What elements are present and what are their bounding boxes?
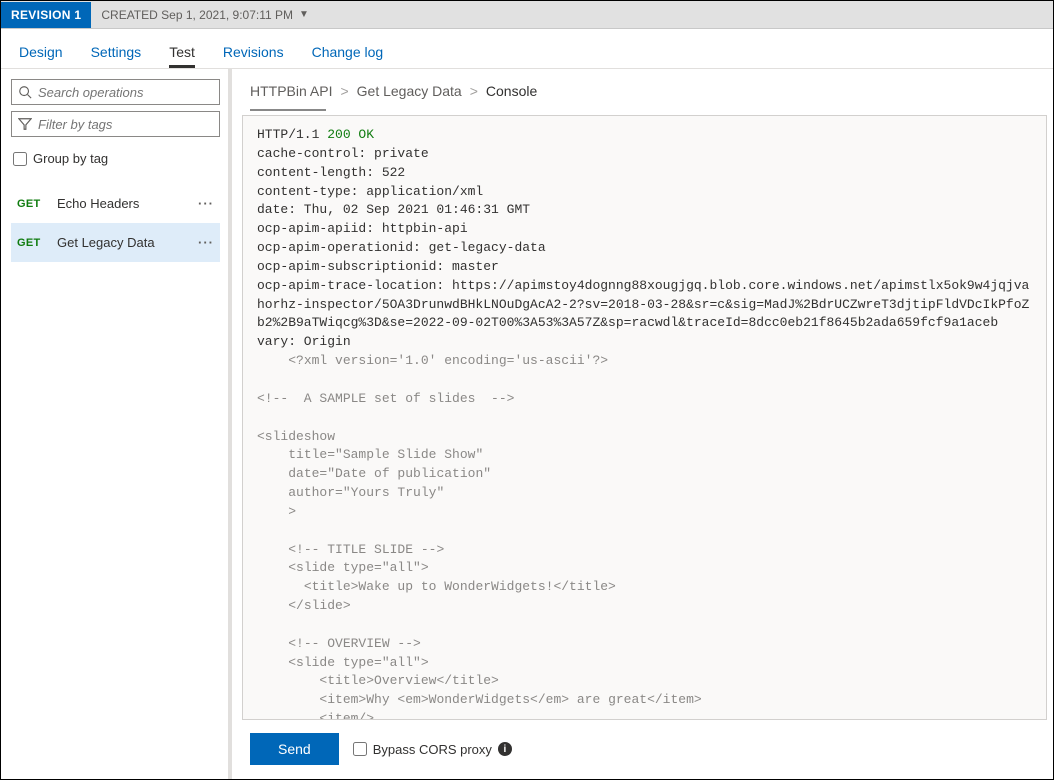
operation-name: Get Legacy Data <box>57 235 198 250</box>
more-icon[interactable]: ··· <box>198 235 214 250</box>
operation-item-echo-headers[interactable]: GET Echo Headers ··· <box>11 184 220 223</box>
bypass-cors-row[interactable]: Bypass CORS proxy i <box>353 742 512 757</box>
filter-tags-wrap[interactable] <box>11 111 220 137</box>
footer: Send Bypass CORS proxy i <box>232 720 1053 779</box>
bypass-cors-checkbox[interactable] <box>353 742 367 756</box>
breadcrumb-console: Console <box>486 83 537 99</box>
info-icon[interactable]: i <box>498 742 512 756</box>
revision-created-value: Sep 1, 2021, 9:07:11 PM <box>161 8 293 22</box>
group-by-tag-label: Group by tag <box>33 151 108 166</box>
group-by-tag-row[interactable]: Group by tag <box>13 151 218 166</box>
method-badge: GET <box>17 198 57 210</box>
breadcrumb-sep: > <box>470 83 478 99</box>
group-by-tag-checkbox[interactable] <box>13 152 27 166</box>
method-badge: GET <box>17 237 57 249</box>
tab-revisions[interactable]: Revisions <box>223 34 284 68</box>
more-icon[interactable]: ··· <box>198 196 214 211</box>
response-status: 200 OK <box>327 127 374 142</box>
breadcrumb-operation[interactable]: Get Legacy Data <box>357 83 462 99</box>
breadcrumb-api[interactable]: HTTPBin API <box>250 83 332 99</box>
operation-name: Echo Headers <box>57 196 198 211</box>
search-operations-input[interactable] <box>38 85 213 100</box>
bypass-cors-label: Bypass CORS proxy <box>373 742 492 757</box>
revision-created: CREATED Sep 1, 2021, 9:07:11 PM <box>101 8 293 22</box>
breadcrumb: HTTPBin API > Get Legacy Data > Console <box>232 69 1053 109</box>
breadcrumb-underline <box>250 109 326 111</box>
response-body[interactable]: HTTP/1.1 200 OK cache-control: private c… <box>243 116 1046 719</box>
main: Group by tag GET Echo Headers ··· GET Ge… <box>1 69 1053 779</box>
chevron-down-icon[interactable]: ▼ <box>299 9 309 20</box>
response-headers: cache-control: private content-length: 5… <box>257 146 1029 349</box>
breadcrumb-sep: > <box>340 83 348 99</box>
search-operations-wrap[interactable] <box>11 79 220 105</box>
send-button[interactable]: Send <box>250 733 339 765</box>
revision-badge: REVISION 1 <box>1 2 91 28</box>
operation-item-get-legacy-data[interactable]: GET Get Legacy Data ··· <box>11 223 220 262</box>
response-proto: HTTP/1.1 <box>257 127 327 142</box>
response-xml: <?xml version='1.0' encoding='us-ascii'?… <box>257 353 702 719</box>
tab-design[interactable]: Design <box>19 34 63 68</box>
tab-changelog[interactable]: Change log <box>312 34 384 68</box>
revision-bar: REVISION 1 CREATED Sep 1, 2021, 9:07:11 … <box>1 1 1053 29</box>
revision-created-label: CREATED <box>101 8 157 22</box>
search-icon <box>18 85 32 99</box>
filter-icon <box>18 117 32 131</box>
filter-tags-input[interactable] <box>38 117 213 132</box>
tab-test[interactable]: Test <box>169 34 195 68</box>
response-panel: HTTP/1.1 200 OK cache-control: private c… <box>242 115 1047 720</box>
tab-settings[interactable]: Settings <box>91 34 142 68</box>
content-inner: HTTPBin API > Get Legacy Data > Console … <box>232 69 1053 779</box>
sidebar: Group by tag GET Echo Headers ··· GET Ge… <box>1 69 229 779</box>
content: HTTPBin API > Get Legacy Data > Console … <box>229 69 1053 779</box>
tabs: Design Settings Test Revisions Change lo… <box>1 29 1053 69</box>
